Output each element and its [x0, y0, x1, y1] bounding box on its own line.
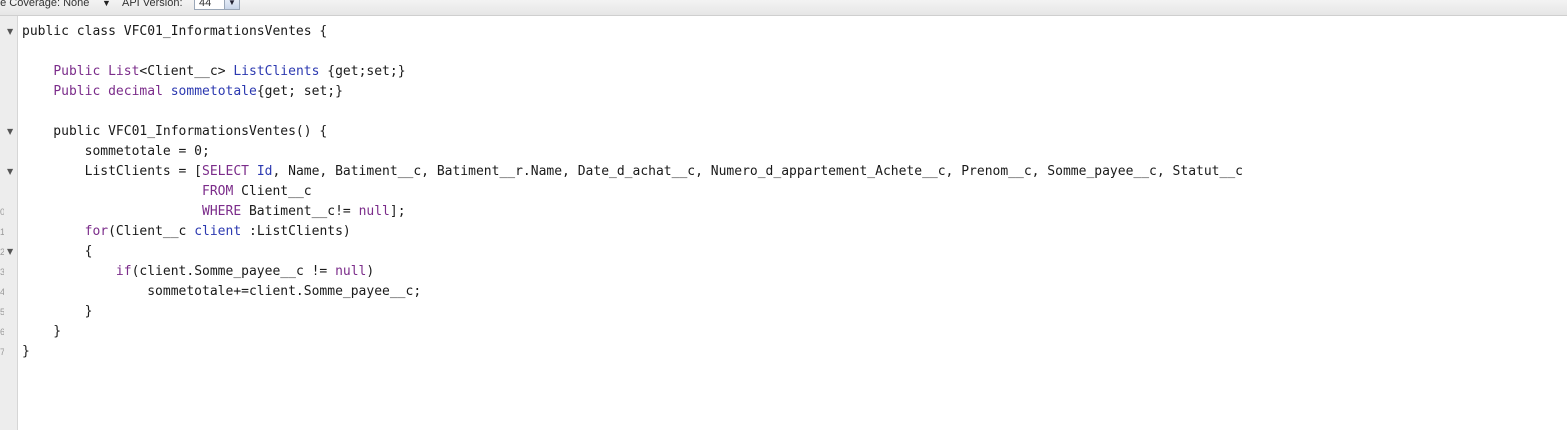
- code-text: }: [22, 324, 62, 339]
- line-number: 7: [0, 347, 4, 357]
- code-text: sommetotale+=client.Somme_payee__c;: [22, 284, 422, 299]
- api-version-select[interactable]: 44 ▼: [194, 0, 240, 10]
- code-line: 5 }: [0, 302, 1567, 322]
- code-editor[interactable]: ▼ public class VFC01_InformationsVentes …: [0, 16, 1567, 430]
- code-text: Public List<Client__c> ListClients {get;…: [53, 64, 406, 79]
- line-number: 5: [0, 307, 4, 317]
- code-text: public class VFC01_InformationsVentes {: [22, 24, 328, 39]
- line-number: 1: [0, 227, 4, 237]
- code-text: }: [22, 304, 93, 319]
- fold-toggle-icon[interactable]: ▼: [7, 122, 13, 142]
- api-version-label: API Version:: [122, 0, 183, 9]
- code-line: ▼ public VFC01_InformationsVentes() {: [7, 122, 1567, 142]
- code-text: if(client.Somme_payee__c != null): [115, 264, 375, 279]
- code-line: ▼ public class VFC01_InformationsVentes …: [7, 22, 1567, 42]
- code-text: WHERE Batiment__c!= null];: [202, 204, 406, 219]
- line-number: 2: [0, 247, 4, 257]
- code-line: 3 if(client.Somme_payee__c != null): [0, 262, 1567, 282]
- code-line: Public decimal sommetotale{get; set;}: [18, 82, 1567, 102]
- api-version-value: 44: [199, 0, 212, 9]
- code-text: {: [22, 244, 93, 259]
- editor-toolbar: ue Coverage: None ▼ API Version: 44 ▼: [0, 0, 1567, 16]
- chevron-down-icon[interactable]: ▼: [102, 0, 111, 9]
- code-text: FROM Client__c: [202, 184, 312, 199]
- code-line: FROM Client__c: [18, 182, 1567, 202]
- code-line: ▼ ListClients = [SELECT Id, Name, Batime…: [7, 162, 1567, 182]
- code-text: for(Client__c client :ListClients): [84, 224, 351, 239]
- code-line: 4 sommetotale+=client.Somme_payee__c;: [0, 282, 1567, 302]
- code-line: 2 ▼ {: [0, 242, 1567, 262]
- line-number: 3: [0, 267, 4, 277]
- code-line: 1 for(Client__c client :ListClients): [0, 222, 1567, 242]
- line-number: 6: [0, 327, 4, 337]
- fold-toggle-icon[interactable]: ▼: [7, 242, 13, 262]
- code-coverage-dropdown[interactable]: ue Coverage: None: [0, 0, 89, 10]
- code-text: ListClients = [SELECT Id, Name, Batiment…: [22, 164, 1243, 179]
- code-line: 7 }: [0, 342, 1567, 362]
- line-number: 4: [0, 287, 4, 297]
- fold-toggle-icon[interactable]: ▼: [7, 22, 13, 42]
- line-number: 0: [0, 207, 4, 217]
- code-text: public VFC01_InformationsVentes() {: [22, 124, 328, 139]
- code-line: sommetotale = 0;: [18, 142, 1567, 162]
- code-line: Public List<Client__c> ListClients {get;…: [18, 62, 1567, 82]
- code-text: }: [22, 344, 30, 359]
- chevron-down-icon[interactable]: ▼: [224, 0, 239, 9]
- code-line: 6 }: [0, 322, 1567, 342]
- code-text: sommetotale = 0;: [22, 144, 210, 159]
- code-text: Public decimal sommetotale{get; set;}: [53, 84, 343, 99]
- fold-toggle-icon[interactable]: ▼: [7, 162, 13, 182]
- code-line: 0 WHERE Batiment__c!= null];: [0, 202, 1567, 222]
